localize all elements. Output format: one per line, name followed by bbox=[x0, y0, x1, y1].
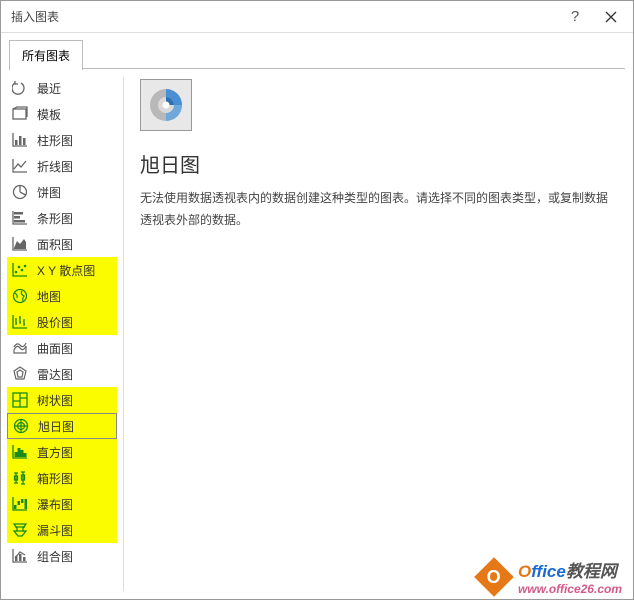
sidebar-item-label: 饼图 bbox=[37, 184, 61, 201]
watermark: O Office教程网 www.office26.com bbox=[480, 557, 622, 596]
watermark-logo: O bbox=[474, 557, 514, 597]
sidebar-item-sunburst-chart[interactable]: 旭日图 bbox=[7, 413, 117, 439]
sidebar-item-label: 雷达图 bbox=[37, 366, 73, 383]
chart-preview-tile[interactable] bbox=[140, 79, 192, 131]
chart-type-description: 无法使用数据透视表内的数据创建这种类型的图表。请选择不同的图表类型，或复制数据透… bbox=[140, 188, 617, 231]
sidebar-item-label: 股价图 bbox=[37, 314, 73, 331]
sidebar-item-label: 箱形图 bbox=[37, 470, 73, 487]
watermark-brand: Office教程网 bbox=[518, 557, 622, 582]
funnel-chart-icon bbox=[11, 522, 29, 538]
line-chart-icon bbox=[11, 158, 29, 174]
insert-chart-dialog: 插入图表 ? 所有图表 最近模板柱形图折线图饼图条形图面积图 X Y 散点图地图股… bbox=[0, 0, 634, 600]
sidebar-item-label: 面积图 bbox=[37, 236, 73, 253]
close-button[interactable] bbox=[593, 3, 629, 31]
sidebar-item-label: 折线图 bbox=[37, 158, 73, 175]
column-chart-icon bbox=[11, 132, 29, 148]
sidebar-item-label: 树状图 bbox=[37, 392, 73, 409]
sidebar-item-histogram-chart[interactable]: 直方图 bbox=[7, 439, 117, 465]
sidebar-item-label: 柱形图 bbox=[37, 132, 73, 149]
sidebar-item-label: X Y 散点图 bbox=[37, 262, 95, 279]
sidebar-item-label: 直方图 bbox=[37, 444, 73, 461]
template-icon bbox=[11, 106, 29, 122]
scatter-chart-icon bbox=[11, 262, 29, 278]
sidebar-item-radar-chart[interactable]: 雷达图 bbox=[7, 361, 117, 387]
map-chart-icon bbox=[11, 288, 29, 304]
pie-chart-icon bbox=[11, 184, 29, 200]
sidebar-item-label: 地图 bbox=[37, 288, 61, 305]
surface-chart-icon bbox=[11, 340, 29, 356]
main-panel: 旭日图 无法使用数据透视表内的数据创建这种类型的图表。请选择不同的图表类型，或复… bbox=[124, 69, 633, 599]
chart-type-sidebar: 最近模板柱形图折线图饼图条形图面积图 X Y 散点图地图股价图曲面图雷达图树状图旭… bbox=[1, 69, 121, 599]
titlebar: 插入图表 ? bbox=[1, 1, 633, 33]
sidebar-item-label: 瀑布图 bbox=[37, 496, 73, 513]
sidebar-item-recent[interactable]: 最近 bbox=[7, 75, 117, 101]
stock-chart-icon bbox=[11, 314, 29, 330]
waterfall-chart-icon bbox=[11, 496, 29, 512]
sidebar-item-line-chart[interactable]: 折线图 bbox=[7, 153, 117, 179]
recent-icon bbox=[11, 80, 29, 96]
sidebar-item-template[interactable]: 模板 bbox=[7, 101, 117, 127]
histogram-chart-icon bbox=[11, 444, 29, 460]
tab-all-charts[interactable]: 所有图表 bbox=[9, 40, 83, 70]
sidebar-item-label: 曲面图 bbox=[37, 340, 73, 357]
sunburst-chart-icon bbox=[12, 418, 30, 434]
sidebar-item-combo-chart[interactable]: 组合图 bbox=[7, 543, 117, 569]
sidebar-item-surface-chart[interactable]: 曲面图 bbox=[7, 335, 117, 361]
sidebar-item-scatter-chart[interactable]: X Y 散点图 bbox=[7, 257, 117, 283]
watermark-url: www.office26.com bbox=[518, 582, 622, 596]
combo-chart-icon bbox=[11, 548, 29, 564]
sidebar-item-label: 旭日图 bbox=[38, 418, 74, 435]
tab-strip: 所有图表 bbox=[1, 33, 633, 69]
dialog-content: 最近模板柱形图折线图饼图条形图面积图X Y 散点图地图股价图曲面图雷达图树状图旭… bbox=[1, 69, 633, 599]
dialog-title: 插入图表 bbox=[11, 8, 557, 25]
sidebar-item-map-chart[interactable]: 地图 bbox=[7, 283, 117, 309]
close-icon bbox=[605, 11, 617, 23]
treemap-chart-icon bbox=[11, 392, 29, 408]
area-chart-icon bbox=[11, 236, 29, 252]
help-button[interactable]: ? bbox=[557, 3, 593, 31]
sunburst-preview-icon bbox=[148, 87, 184, 123]
sidebar-item-pie-chart[interactable]: 饼图 bbox=[7, 179, 117, 205]
sidebar-item-treemap-chart[interactable]: 树状图 bbox=[7, 387, 117, 413]
bar-chart-icon bbox=[11, 210, 29, 226]
box-chart-icon bbox=[11, 470, 29, 486]
sidebar-item-label: 组合图 bbox=[37, 548, 73, 565]
sidebar-item-label: 条形图 bbox=[37, 210, 73, 227]
sidebar-item-label: 最近 bbox=[37, 80, 61, 97]
sidebar-item-label: 模板 bbox=[37, 106, 61, 123]
sidebar-item-funnel-chart[interactable]: 漏斗图 bbox=[7, 517, 117, 543]
sidebar-item-box-chart[interactable]: 箱形图 bbox=[7, 465, 117, 491]
sidebar-item-column-chart[interactable]: 柱形图 bbox=[7, 127, 117, 153]
sidebar-item-label: 漏斗图 bbox=[37, 522, 73, 539]
sidebar-item-waterfall-chart[interactable]: 瀑布图 bbox=[7, 491, 117, 517]
sidebar-item-area-chart[interactable]: 面积图 bbox=[7, 231, 117, 257]
radar-chart-icon bbox=[11, 366, 29, 382]
chart-type-title: 旭日图 bbox=[140, 149, 617, 178]
sidebar-item-bar-chart[interactable]: 条形图 bbox=[7, 205, 117, 231]
sidebar-item-stock-chart[interactable]: 股价图 bbox=[7, 309, 117, 335]
